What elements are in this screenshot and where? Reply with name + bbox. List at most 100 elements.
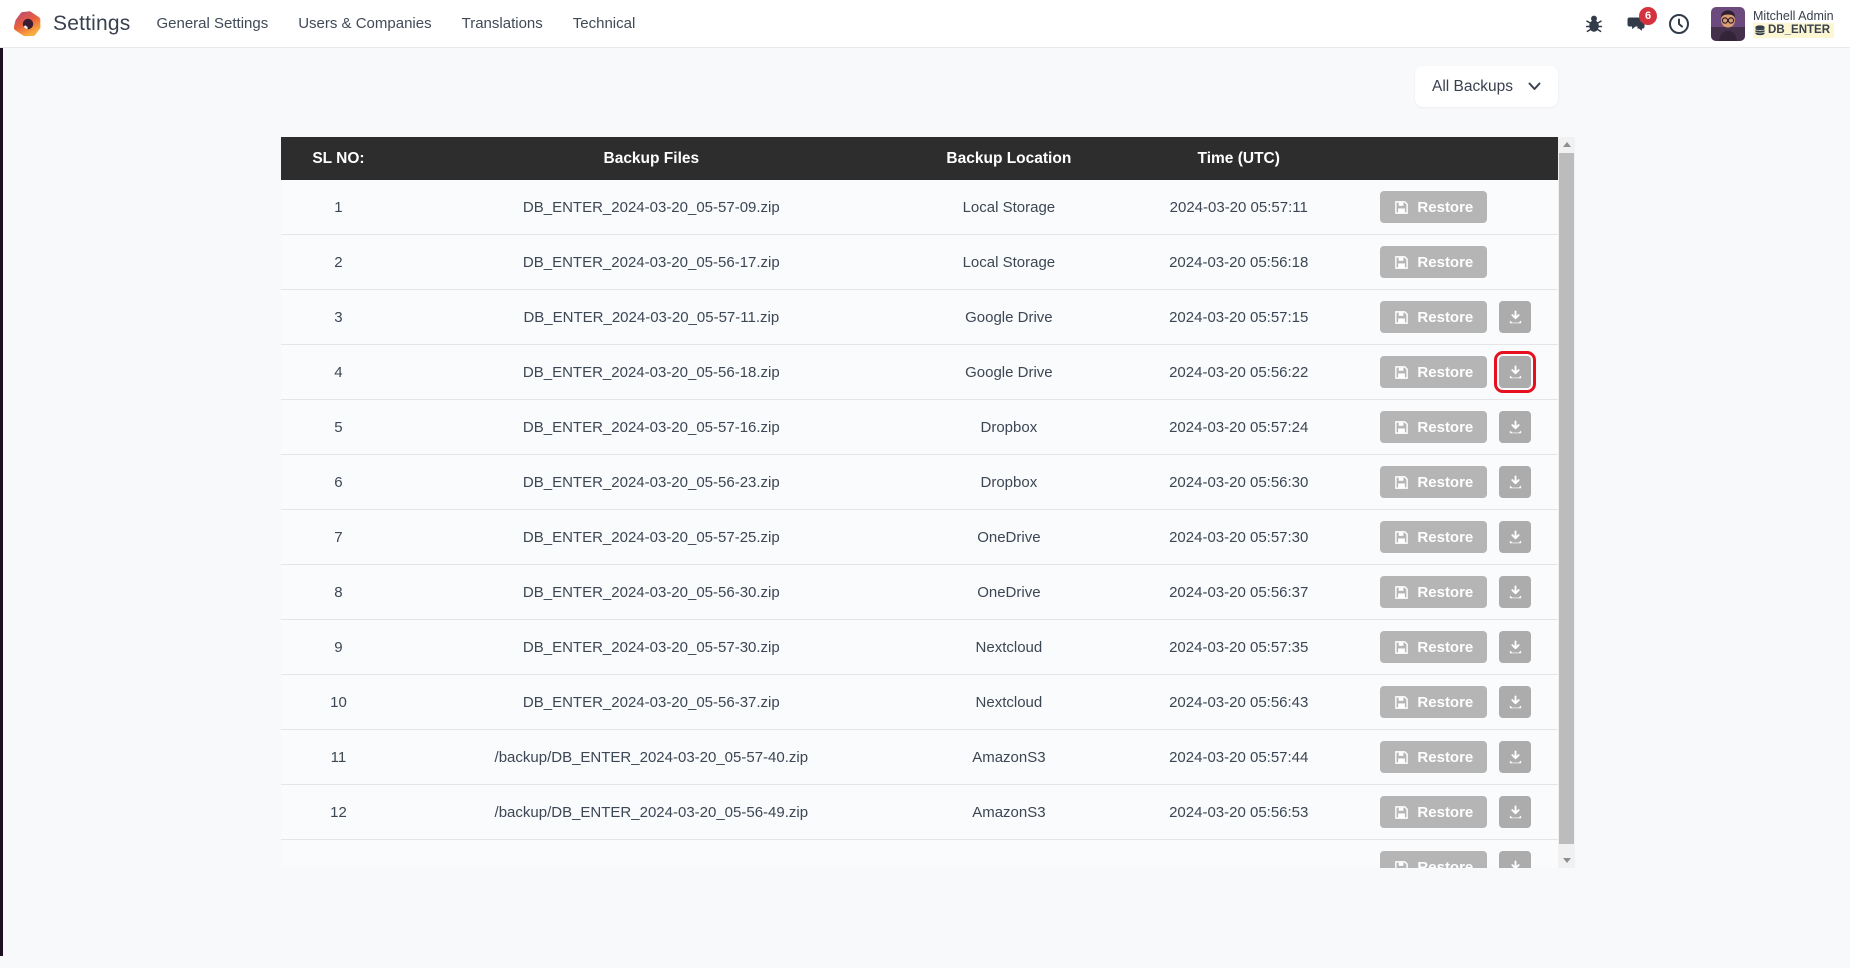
cell-location: AmazonS3 [972,748,1046,766]
cell-time: 2024-03-20 05:56:30 [1169,473,1309,491]
restore-button[interactable]: Restore [1380,741,1488,773]
cell-sl: 3 [334,308,343,326]
messages-icon[interactable]: 6 [1625,6,1658,34]
restore-button-label: Restore [1417,308,1474,326]
restore-button[interactable]: Restore [1380,631,1488,663]
restore-button[interactable]: Restore [1380,301,1488,333]
app-brand[interactable]: Settings [13,10,131,38]
download-icon [1509,639,1521,653]
user-name: Mitchell Admin [1753,8,1834,23]
restore-button[interactable]: Restore [1380,576,1488,608]
restore-button[interactable]: Restore [1380,466,1488,498]
debug-bug-icon[interactable] [1584,14,1604,34]
save-floppy-icon [1395,805,1409,819]
download-icon [1509,804,1521,818]
table-row: 4 DB_ENTER_2024-03-20_05-56-18.zip Googl… [281,345,1558,400]
restore-button[interactable]: Restore [1380,686,1488,718]
download-button[interactable] [1499,631,1532,663]
scrollbar-up-arrow[interactable] [1558,137,1575,152]
table-scrollbar[interactable] [1558,137,1575,868]
cell-location: Nextcloud [975,693,1043,711]
cell-location: OneDrive [977,583,1041,601]
restore-button[interactable]: Restore [1380,521,1488,553]
download-icon [1509,749,1521,763]
download-button[interactable] [1499,466,1532,498]
download-button[interactable] [1499,741,1532,773]
download-button[interactable] [1499,576,1532,608]
menu-item-technical[interactable]: Technical [573,15,636,32]
download-button[interactable] [1499,851,1532,868]
cell-location: Google Drive [965,363,1053,381]
scrollbar-down-arrow[interactable] [1558,853,1575,868]
restore-button-label: Restore [1417,803,1474,821]
cell-time: 2024-03-20 05:56:43 [1169,693,1309,711]
download-button[interactable] [1494,351,1537,393]
user-menu[interactable]: Mitchell Admin DB_ENTER [1711,6,1834,41]
restore-button[interactable]: Restore [1380,191,1488,223]
page: Settings General Settings Users & Compan… [0,0,1850,968]
cell-file: DB_ENTER_2024-03-20_05-56-37.zip [522,693,780,711]
backup-table: SL NO: Backup Files Backup Location Time… [281,137,1558,868]
table-row: 9 DB_ENTER_2024-03-20_05-57-30.zip Nextc… [281,620,1558,675]
restore-button[interactable]: Restore [1380,356,1488,388]
cell-file: DB_ENTER_2024-03-20_05-57-09.zip [522,198,780,216]
scrollbar-thumb[interactable] [1559,153,1574,844]
restore-button-label: Restore [1417,418,1474,436]
cell-file: DB_ENTER_2024-03-20_05-57-16.zip [522,418,780,436]
cell-file: DB_ENTER_2024-03-20_05-56-30.zip [522,583,780,601]
download-icon [1511,859,1520,868]
menu-item-users-companies[interactable]: Users & Companies [298,15,431,32]
restore-button-label: Restore [1417,638,1474,656]
cell-file: DB_ENTER_2024-03-20_05-56-23.zip [522,473,780,491]
cell-actions: Restore [1366,521,1558,553]
restore-button[interactable]: Restore [1380,411,1488,443]
table-header-row: SL NO: Backup Files Backup Location Time… [281,137,1558,180]
cell-actions: Restore [1366,741,1558,773]
header-time-utc: Time (UTC) [1197,149,1280,167]
page-title: Settings [53,11,131,35]
cell-file: /backup/DB_ENTER_2024-03-20_05-57-40.zip [494,748,809,766]
download-icon [1509,419,1521,433]
all-backups-dropdown[interactable]: All Backups [1415,66,1558,107]
download-icon [1509,529,1521,543]
header-sl-no: SL NO: [312,149,365,167]
message-count-badge: 6 [1639,6,1658,25]
restore-button[interactable]: Restore [1380,851,1488,869]
window-left-edge [0,0,3,956]
cell-time: 2024-03-20 05:57:11 [1169,198,1308,216]
table-row: 2 DB_ENTER_2024-03-20_05-56-17.zip Local… [281,235,1558,290]
restore-button-label: Restore [1417,198,1474,216]
download-button[interactable] [1499,301,1532,333]
cell-sl: 11 [330,748,347,766]
cell-location: OneDrive [977,528,1041,546]
cell-location: AmazonS3 [972,803,1046,821]
cell-actions: Restore [1366,631,1558,663]
download-button[interactable] [1499,411,1532,443]
restore-button-label: Restore [1417,693,1474,711]
download-button[interactable] [1499,686,1532,718]
cell-actions: Restore [1366,301,1558,333]
menu-item-translations[interactable]: Translations [462,15,543,32]
cell-time: 2024-03-20 05:56:18 [1169,253,1309,271]
download-button[interactable] [1499,521,1532,553]
restore-button-label: Restore [1417,473,1474,491]
cell-time: 2024-03-20 05:56:37 [1169,583,1309,601]
cell-sl: 10 [330,693,347,711]
table-row: 1 DB_ENTER_2024-03-20_05-57-09.zip Local… [281,180,1558,235]
save-floppy-icon [1395,310,1409,324]
restore-button-label: Restore [1417,858,1474,869]
table-row: 11 /backup/DB_ENTER_2024-03-20_05-57-40.… [281,730,1558,785]
restore-button[interactable]: Restore [1380,246,1488,278]
all-backups-label: All Backups [1432,77,1513,95]
restore-button-label: Restore [1417,528,1474,546]
save-floppy-icon [1395,365,1409,379]
cell-sl: 9 [334,638,343,656]
main-menu: General Settings Users & Companies Trans… [156,15,635,32]
menu-item-general-settings[interactable]: General Settings [156,15,268,32]
download-button[interactable] [1499,796,1532,828]
table-row: 8 DB_ENTER_2024-03-20_05-56-30.zip OneDr… [281,565,1558,620]
activities-clock-icon[interactable] [1668,13,1690,35]
save-floppy-icon [1395,585,1409,599]
cell-file: DB_ENTER_2024-03-20_05-57-11.zip [523,308,780,326]
restore-button[interactable]: Restore [1380,796,1488,828]
